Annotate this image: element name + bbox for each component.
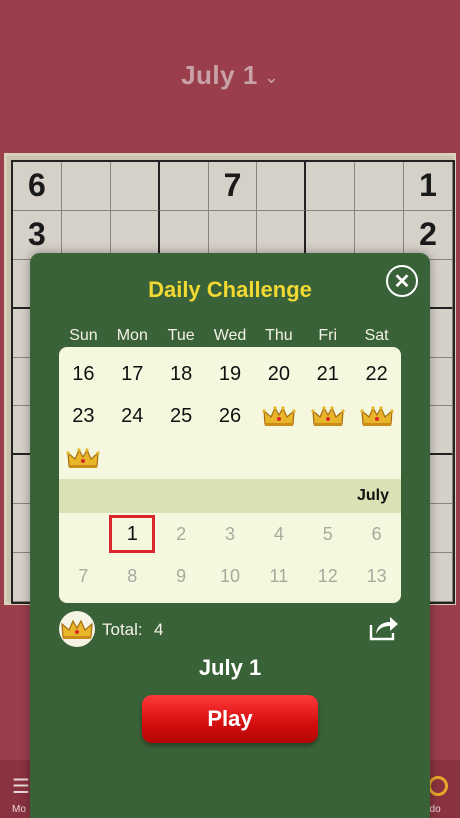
board-cell[interactable]: 6 [13, 162, 62, 211]
calendar-day[interactable] [254, 395, 303, 437]
today-marker[interactable]: 1 [109, 515, 156, 553]
calendar-week: 16 17 18 19 20 21 22 [59, 353, 401, 395]
calendar-week: 7 8 9 10 11 12 13 [59, 555, 401, 597]
close-button[interactable]: ✕ [386, 265, 418, 297]
bottom-left-label: Mo [12, 804, 26, 815]
calendar-day [303, 437, 352, 479]
calendar-day [206, 437, 255, 479]
header[interactable]: July 1 ⌄ [0, 0, 460, 150]
calendar-day[interactable] [303, 395, 352, 437]
calendar-day [352, 437, 401, 479]
dialog-title: Daily Challenge [148, 277, 312, 302]
rank-icon[interactable] [428, 776, 448, 796]
calendar-day[interactable]: 9 [157, 555, 206, 597]
calendar-day[interactable]: 25 [157, 395, 206, 437]
calendar-day[interactable]: 19 [206, 353, 255, 395]
chevron-down-icon[interactable]: ⌄ [264, 67, 279, 88]
calendar-day [157, 437, 206, 479]
calendar-day[interactable]: 11 [254, 555, 303, 597]
close-icon: ✕ [393, 270, 411, 293]
calendar-day[interactable]: 22 [352, 353, 401, 395]
calendar-day[interactable]: 16 [59, 353, 108, 395]
calendar-day[interactable]: 5 [303, 513, 352, 555]
calendar-day[interactable]: 4 [254, 513, 303, 555]
board-cell[interactable]: 1 [404, 162, 453, 211]
daily-challenge-dialog: Daily Challenge ✕ Sun Mon Tue Wed Thu Fri Sat … [30, 253, 430, 818]
calendar-day [254, 437, 303, 479]
calendar-day[interactable]: 26 [206, 395, 255, 437]
board-cell[interactable] [159, 162, 209, 211]
weekday-label: Tue [167, 327, 195, 344]
calendar-day[interactable]: 21 [303, 353, 352, 395]
calendar-day[interactable]: 12 [303, 555, 352, 597]
calendar-week [59, 437, 401, 479]
calendar-week: 23 24 25 26 [59, 395, 401, 437]
board-cell[interactable] [110, 162, 160, 211]
total-value: 4 [154, 620, 164, 639]
weekday-label: Sat [364, 327, 389, 344]
calendar-day[interactable]: 1 [108, 513, 157, 555]
weekday-label: Sun [69, 327, 98, 344]
menu-icon[interactable]: ☰ [12, 774, 30, 799]
crown-icon [311, 406, 345, 426]
month-band: July [59, 479, 401, 513]
crown-icon [262, 406, 296, 426]
crown-icon [66, 448, 101, 468]
calendar-day[interactable] [59, 437, 108, 479]
calendar-day [59, 513, 108, 555]
board-cell[interactable]: 7 [208, 162, 258, 211]
calendar-day[interactable]: 13 [352, 555, 401, 597]
calendar-day[interactable]: 10 [206, 555, 255, 597]
calendar-day[interactable]: 17 [108, 353, 157, 395]
calendar-day[interactable]: 23 [59, 395, 108, 437]
calendar-day[interactable]: 2 [157, 513, 206, 555]
crown-icon [359, 406, 394, 426]
calendar-day[interactable] [352, 395, 401, 437]
calendar-day[interactable]: 24 [108, 395, 157, 437]
board-cell[interactable] [61, 162, 111, 211]
total-label: Total: [102, 620, 143, 639]
total-crown-badge [59, 611, 95, 647]
calendar-day[interactable]: 18 [157, 353, 206, 395]
weekday-label: Mon [116, 327, 148, 344]
selected-date: July 1 [198, 655, 262, 680]
calendar-day[interactable]: 20 [254, 353, 303, 395]
total-row: Total: 4 [59, 611, 401, 647]
board-cell[interactable] [257, 162, 307, 211]
calendar: July 16 17 18 19 20 21 22 23 24 25 26 1 2 3 4 5 6 7 8 9 10 11… [59, 347, 401, 603]
weekday-label: Thu [265, 327, 293, 344]
weekday-header: Sun Mon Tue Wed Thu Fri Sat [59, 327, 401, 345]
calendar-day[interactable]: 7 [59, 555, 108, 597]
calendar-week: 123456 [59, 513, 401, 555]
play-button[interactable]: Play [142, 695, 318, 743]
weekday-label: Wed [213, 327, 247, 344]
calendar-day [108, 437, 157, 479]
calendar-day[interactable]: 6 [352, 513, 401, 555]
weekday-label: Fri [318, 327, 338, 344]
calendar-day[interactable]: 8 [108, 555, 157, 597]
month-label: July [356, 487, 389, 504]
board-cell[interactable] [355, 162, 405, 211]
crown-icon [61, 619, 93, 639]
board-cell[interactable] [306, 162, 356, 211]
calendar-day[interactable]: 3 [206, 513, 255, 555]
date-title[interactable]: July 1 [181, 60, 258, 91]
share-icon[interactable] [367, 613, 401, 643]
